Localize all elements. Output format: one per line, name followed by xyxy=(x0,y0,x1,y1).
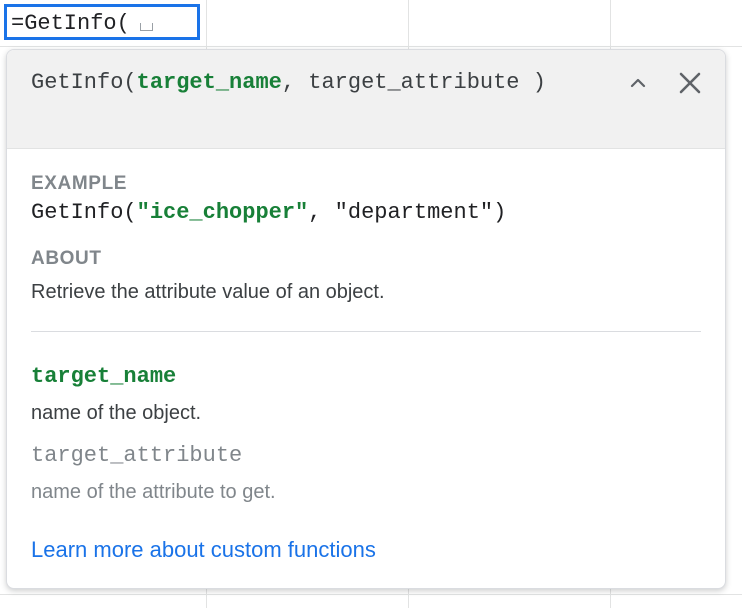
param-name-target-attribute: target_attribute xyxy=(31,443,243,468)
learn-more-link[interactable]: Learn more about custom functions xyxy=(31,537,376,563)
param-name-target-name: target_name xyxy=(31,364,177,389)
function-help-popup: GetInfo(target_name, target_attribute ) … xyxy=(6,49,726,589)
active-cell-editor[interactable]: =GetInfo( xyxy=(4,4,200,40)
example-rest: , "department") xyxy=(308,200,507,225)
signature-separator: , xyxy=(281,70,309,95)
chevron-up-icon[interactable] xyxy=(627,72,649,94)
example-label: EXAMPLE xyxy=(31,173,128,194)
cell-formula-text: =GetInfo( xyxy=(11,11,130,36)
signature-arg-target-attribute: target_attribute xyxy=(308,70,520,95)
about-text: Retrieve the attribute value of an objec… xyxy=(31,281,385,303)
close-icon[interactable] xyxy=(675,68,705,98)
popup-header: GetInfo(target_name, target_attribute ) xyxy=(7,50,725,149)
section-divider xyxy=(31,331,701,332)
about-label: ABOUT xyxy=(31,248,102,269)
param-description-target-name: name of the object. xyxy=(31,402,202,424)
example-function-name: GetInfo( xyxy=(31,200,137,225)
space-marker-icon xyxy=(139,23,153,31)
param-description-target-attribute: name of the attribute to get. xyxy=(31,481,276,503)
example-code: GetInfo("ice_chopper", "department") xyxy=(31,200,506,225)
signature-close-paren: ) xyxy=(532,70,546,95)
example-arg-value: "ice_chopper" xyxy=(136,200,309,225)
signature-function-name: GetInfo( xyxy=(31,70,137,95)
function-signature: GetInfo(target_name, target_attribute ) xyxy=(31,66,621,100)
signature-arg-target-name: target_name xyxy=(136,70,282,95)
